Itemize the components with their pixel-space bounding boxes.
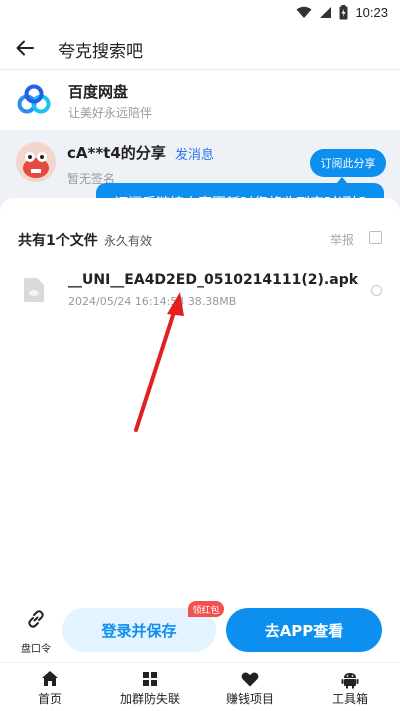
annotation-arrow-icon [134, 292, 184, 432]
back-button[interactable] [12, 36, 38, 60]
pan-code-button[interactable]: 盘口令 [16, 608, 56, 655]
avatar-image [16, 142, 56, 182]
bottom-nav: 首页 加群防失联 赚钱项目 工具箱 [0, 662, 400, 711]
nav-item-join-group[interactable]: 加群防失联 [100, 663, 200, 711]
app-slogan: 让美好永远陪伴 [68, 106, 153, 120]
baidu-netdisk-logo [17, 84, 51, 114]
app-info: 百度网盘 让美好永远陪伴 [0, 72, 400, 128]
link-icon [28, 610, 44, 628]
status-icons: 10:23 [296, 5, 388, 20]
nav-label: 首页 [37, 692, 62, 706]
nav-label: 赚钱项目 [225, 692, 274, 706]
android-icon [341, 673, 359, 689]
validity-label: 永久有效 [104, 234, 153, 248]
arrow-left-icon [16, 40, 34, 56]
file-count: 共有1个文件 [18, 233, 98, 249]
file-panel: 共有1个文件 永久有效 举报 __UNI__EA4D2ED_0510214111… [0, 198, 400, 598]
open-in-app-button[interactable]: 去APP查看 [226, 608, 382, 652]
send-message-link[interactable]: 发消息 [175, 144, 214, 163]
sharer-name: cA**t4的分享 [67, 144, 166, 162]
status-bar: 10:23 [0, 0, 400, 26]
report-link[interactable]: 举报 [330, 231, 354, 248]
app-name: 百度网盘 [68, 83, 129, 101]
heart-icon [241, 672, 259, 687]
subscribe-button[interactable]: 订阅此分享 [310, 149, 386, 177]
avatar[interactable] [16, 142, 56, 182]
nav-item-toolbox[interactable]: 工具箱 [300, 663, 400, 711]
pan-code-label: 盘口令 [21, 644, 51, 655]
home-icon [42, 671, 58, 686]
page-title: 夸克搜索吧 [58, 42, 143, 62]
file-icon [24, 278, 44, 302]
file-select-radio[interactable] [371, 285, 382, 296]
grid-icon [143, 672, 157, 686]
file-name: __UNI__EA4D2ED_0510214111(2).apk [68, 272, 359, 288]
status-time: 10:23 [355, 5, 388, 20]
battery-icon [339, 5, 348, 20]
nav-label: 工具箱 [331, 692, 368, 706]
header: 夸克搜索吧 [0, 26, 400, 70]
action-bar: 盘口令 登录并保存 领红包 去APP查看 [0, 600, 400, 660]
nav-label: 加群防失联 [119, 692, 180, 706]
select-all-checkbox[interactable] [369, 231, 382, 244]
nav-item-earn-money[interactable]: 赚钱项目 [200, 663, 300, 711]
nav-item-home[interactable]: 首页 [0, 663, 100, 711]
signal-icon [320, 7, 332, 18]
red-packet-badge: 领红包 [188, 601, 224, 617]
list-item[interactable]: __UNI__EA4D2ED_0510214111(2).apk 2024/05… [0, 264, 400, 318]
wifi-icon [296, 6, 312, 18]
